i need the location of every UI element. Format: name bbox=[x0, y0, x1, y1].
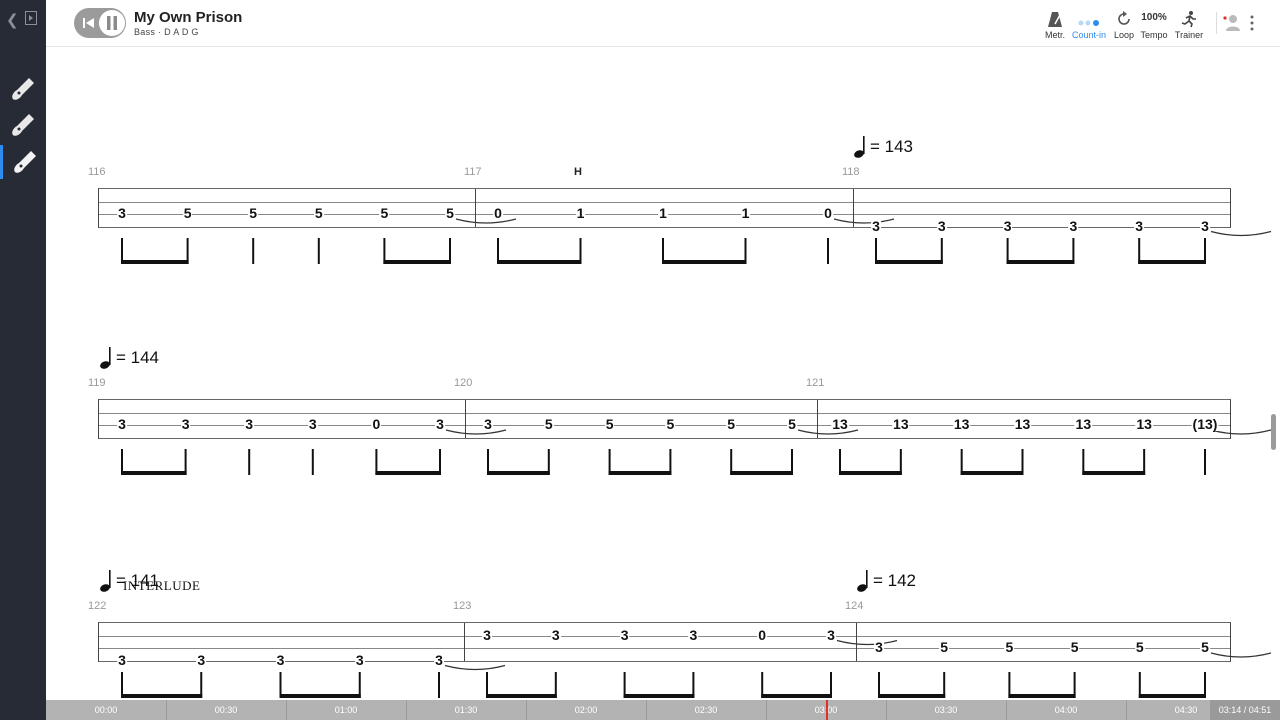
timeline-label: 00:30 bbox=[214, 705, 238, 715]
fret-number[interactable]: 5 bbox=[939, 640, 950, 654]
trainer-button[interactable]: Trainer bbox=[1169, 8, 1209, 40]
guitar-icon bbox=[12, 78, 35, 100]
metronome-icon bbox=[1048, 12, 1062, 27]
vertical-scrollbar[interactable] bbox=[1271, 414, 1276, 450]
note-beam bbox=[279, 694, 361, 698]
header-bar: My Own Prison Bass · D A D G Metr. Count… bbox=[46, 0, 1280, 47]
tablature-score[interactable]: 116 3 5 5 5 5 5 117 H 0 1 1 1 0 118 = 143 3 3 3 3 3 3 = 144 119… bbox=[46, 46, 1280, 700]
timeline-label: 03:30 bbox=[934, 705, 958, 715]
instrument-track-guitar-1[interactable] bbox=[0, 72, 46, 106]
timeline-label: 02:30 bbox=[694, 705, 718, 715]
skip-back-icon[interactable] bbox=[83, 17, 95, 29]
timeline-tick bbox=[1006, 700, 1007, 720]
timeline-tick bbox=[766, 700, 767, 720]
instrument-track-bass[interactable] bbox=[0, 145, 46, 179]
account-avatar[interactable] bbox=[1222, 12, 1242, 37]
fret-number[interactable]: 3 bbox=[619, 627, 630, 642]
note-beam bbox=[1138, 694, 1206, 698]
fret-number[interactable]: 3 bbox=[117, 652, 127, 667]
playhead-marker[interactable] bbox=[826, 700, 829, 720]
tempo-button[interactable]: 100% Tempo bbox=[1134, 8, 1174, 40]
panel-toggle-icon[interactable] bbox=[24, 10, 37, 32]
bar-number: 122 bbox=[88, 600, 107, 612]
note-beam bbox=[761, 694, 832, 698]
left-sidebar: ❮ bbox=[0, 0, 46, 720]
tie-arc bbox=[836, 639, 898, 646]
time-counter: 03:14 / 04:51 bbox=[1210, 700, 1280, 720]
back-chevron-icon[interactable]: ❮ bbox=[6, 10, 19, 32]
fret-number[interactable]: 0 bbox=[757, 627, 768, 642]
timeline-tick bbox=[406, 700, 407, 720]
fret-number[interactable]: 3 bbox=[482, 627, 492, 642]
bar-number: 123 bbox=[453, 600, 472, 612]
fret-number[interactable]: 3 bbox=[688, 627, 699, 642]
loop-icon bbox=[1118, 11, 1130, 25]
fret-number[interactable]: 5 bbox=[1200, 640, 1210, 654]
timeline-label: 01:00 bbox=[334, 705, 358, 715]
note-beam bbox=[121, 694, 203, 698]
fret-number[interactable]: 3 bbox=[354, 652, 365, 667]
timeline-tick bbox=[1126, 700, 1127, 720]
tempo-value: = 142 bbox=[873, 571, 917, 590]
timeline-tick bbox=[526, 700, 527, 720]
playback-timeline[interactable]: 00:0000:3001:0001:3002:0002:3003:0003:30… bbox=[46, 700, 1280, 720]
song-title: My Own Prison bbox=[134, 9, 243, 26]
fret-number[interactable]: 3 bbox=[550, 627, 561, 642]
count-in-button[interactable]: Count-in bbox=[1069, 8, 1109, 40]
timeline-label: 00:00 bbox=[94, 705, 118, 715]
tie-arc bbox=[444, 664, 506, 671]
fret-number[interactable]: 5 bbox=[1004, 640, 1015, 654]
song-tuning: Bass · D A D G bbox=[134, 27, 199, 37]
toolbar-divider bbox=[1216, 12, 1217, 34]
note-beam bbox=[878, 694, 946, 698]
bass-icon bbox=[13, 151, 36, 173]
fret-number[interactable]: 3 bbox=[434, 652, 444, 667]
timeline-label: 04:00 bbox=[1054, 705, 1078, 715]
timeline-label: 01:30 bbox=[454, 705, 478, 715]
tempo-value: 100% bbox=[1141, 12, 1167, 23]
kebab-menu-icon bbox=[1250, 15, 1254, 31]
timeline-label: 02:00 bbox=[574, 705, 598, 715]
pause-icon bbox=[107, 16, 117, 30]
user-icon bbox=[1223, 15, 1240, 31]
fret-number[interactable]: 3 bbox=[874, 640, 884, 654]
fret-number[interactable]: 5 bbox=[1134, 640, 1145, 654]
tempo-marking: = 142 bbox=[857, 570, 916, 592]
note-beam bbox=[486, 694, 557, 698]
guitar-icon bbox=[12, 114, 35, 136]
note-beam bbox=[623, 694, 695, 698]
pause-button[interactable] bbox=[99, 10, 125, 36]
tie-arc bbox=[1210, 652, 1272, 658]
timeline-label: 04:30 bbox=[1174, 705, 1198, 715]
note-beam bbox=[1008, 694, 1076, 698]
timeline-tick bbox=[646, 700, 647, 720]
fret-number[interactable]: 5 bbox=[1069, 640, 1080, 654]
timeline-tick bbox=[286, 700, 287, 720]
runner-icon bbox=[1181, 11, 1196, 28]
fret-number[interactable]: 3 bbox=[275, 652, 286, 667]
bar-number: 124 bbox=[845, 600, 864, 612]
instrument-track-guitar-2[interactable] bbox=[0, 108, 46, 142]
timeline-tick bbox=[166, 700, 167, 720]
timeline-tick bbox=[886, 700, 887, 720]
more-menu-button[interactable] bbox=[1249, 14, 1255, 37]
count-in-icon bbox=[1078, 20, 1099, 26]
playback-controls bbox=[74, 8, 126, 38]
fret-number[interactable]: 3 bbox=[196, 652, 207, 667]
rhythm-notation bbox=[121, 639, 1272, 698]
fret-number[interactable]: 3 bbox=[826, 627, 836, 642]
